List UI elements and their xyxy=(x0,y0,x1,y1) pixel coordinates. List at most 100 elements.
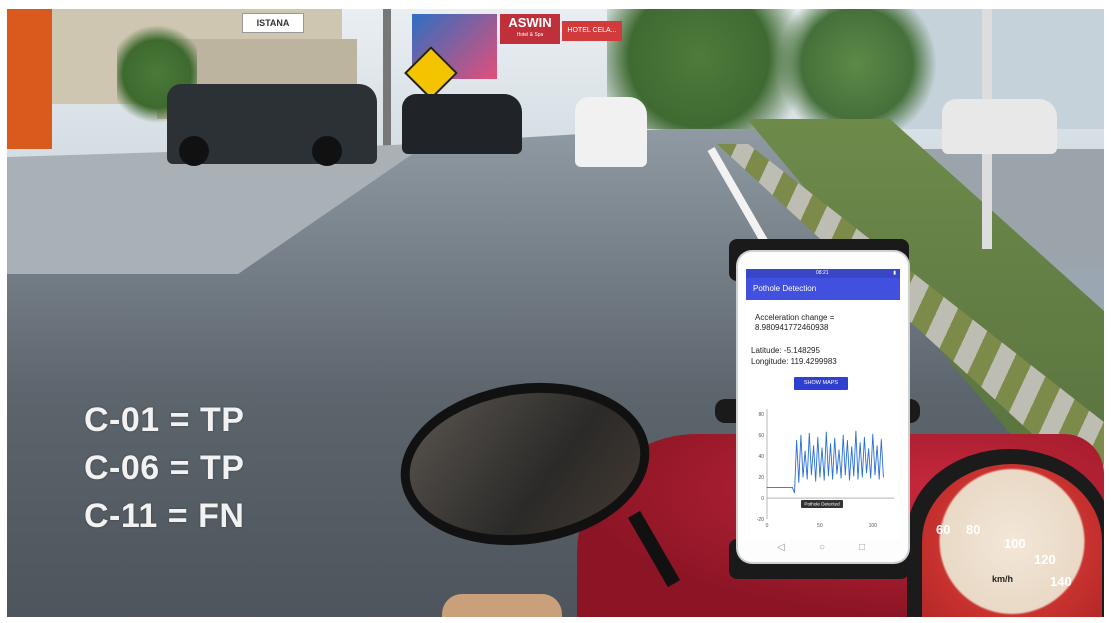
data-point xyxy=(821,447,823,449)
data-point xyxy=(878,478,880,480)
istana-sign: ISTANA xyxy=(242,13,304,33)
show-maps-button[interactable]: SHOW MAPS xyxy=(794,377,848,390)
y-tick-label: -20 xyxy=(757,517,764,523)
data-point xyxy=(844,474,846,476)
data-point xyxy=(855,430,857,432)
rider-hand xyxy=(442,594,562,617)
speed-unit: km/h xyxy=(992,574,1014,584)
data-point xyxy=(857,478,859,480)
recents-icon[interactable]: □ xyxy=(859,542,865,553)
data-point xyxy=(827,475,829,477)
data-point xyxy=(874,474,876,476)
parked-car xyxy=(167,84,377,166)
data-point xyxy=(819,476,821,478)
data-point xyxy=(840,477,842,479)
speed-tick: 60 xyxy=(936,522,951,537)
data-point xyxy=(876,445,878,447)
parked-car xyxy=(402,94,522,154)
data-point xyxy=(800,434,802,436)
data-point xyxy=(847,440,848,441)
acceleration-value: 8.980941772460938 xyxy=(755,323,829,332)
data-point xyxy=(863,436,865,438)
y-tick-label: 60 xyxy=(758,433,764,439)
speed-tick: 80 xyxy=(966,522,981,537)
aswin-sign: ASWIN Hotel & Spa xyxy=(500,14,560,44)
data-point xyxy=(853,475,855,477)
longitude-text: Longitude: 119.4299983 xyxy=(751,357,837,366)
back-icon[interactable]: ◁ xyxy=(777,542,785,553)
data-point xyxy=(817,436,819,438)
sign-text: ISTANA xyxy=(256,18,290,28)
data-point xyxy=(830,443,831,444)
data-point xyxy=(880,438,882,440)
data-point xyxy=(815,480,817,482)
tree xyxy=(767,9,947,129)
data-point xyxy=(859,442,861,443)
status-time: 08:21 xyxy=(816,270,829,276)
speed-tick: 100 xyxy=(1004,536,1026,551)
sign-subtext: Hotel & Spa xyxy=(516,32,544,38)
data-point xyxy=(794,492,795,494)
pole xyxy=(383,9,391,159)
app-title: Pothole Detection xyxy=(746,278,900,300)
x-tick-label: 0 xyxy=(766,523,769,529)
data-point xyxy=(813,445,814,447)
data-point xyxy=(782,487,784,488)
data-point xyxy=(811,474,812,476)
data-point xyxy=(792,487,793,488)
data-point xyxy=(851,446,853,448)
data-point xyxy=(872,433,874,435)
data-point xyxy=(771,487,773,488)
data-point xyxy=(836,473,838,475)
pothole-detected-annotation: Pothole Detected xyxy=(804,502,840,507)
data-point xyxy=(808,432,810,434)
battery-icon: ▮ xyxy=(893,270,896,276)
overlay-label-c01: C-01 = TP xyxy=(84,401,245,439)
series-line xyxy=(767,430,884,493)
overlay-label-c11: C-11 = FN xyxy=(84,497,245,535)
data-point xyxy=(870,477,872,479)
latitude-text: Latitude: -5.148295 xyxy=(751,346,820,355)
car-ahead xyxy=(575,97,647,167)
speed-tick: 120 xyxy=(1034,552,1056,567)
data-point xyxy=(806,478,808,480)
acceleration-label: Acceleration change = xyxy=(755,313,835,322)
speedometer-face: 60 80 100 120 140 km/h xyxy=(922,464,1102,617)
x-tick-label: 50 xyxy=(817,523,823,529)
data-point xyxy=(838,449,840,451)
data-point xyxy=(861,476,863,478)
data-point xyxy=(883,476,884,478)
data-point xyxy=(777,487,778,488)
sign-text: ASWIN xyxy=(508,15,552,30)
data-point xyxy=(868,448,869,450)
home-icon[interactable]: ○ xyxy=(819,542,825,553)
phone-screen: 08:21 ▮ Pothole Detection Acceleration c… xyxy=(746,269,900,539)
road-scene-photo: ASWIN Hotel & Spa HOTEL CELA... ISTANA 6… xyxy=(7,9,1104,617)
y-tick-label: 0 xyxy=(761,496,764,502)
data-point xyxy=(834,437,836,439)
overlay-label-c06: C-06 = TP xyxy=(84,449,245,487)
data-point xyxy=(842,434,844,436)
speed-tick: 140 xyxy=(1050,574,1072,589)
sign-text: HOTEL CELA... xyxy=(567,27,617,34)
data-point xyxy=(766,487,768,488)
data-point xyxy=(823,479,825,481)
y-tick-label: 80 xyxy=(758,412,764,418)
data-point xyxy=(804,450,806,452)
orange-building xyxy=(7,9,52,149)
data-point xyxy=(802,476,804,478)
acceleration-chart: 806040200-200 50 100Pothole Detected xyxy=(757,409,894,529)
car xyxy=(942,99,1057,154)
data-point xyxy=(798,481,800,483)
data-point xyxy=(849,479,850,481)
data-point xyxy=(825,431,827,433)
wheel xyxy=(179,136,209,166)
status-bar: 08:21 ▮ xyxy=(746,269,900,278)
data-point xyxy=(866,472,867,474)
data-point xyxy=(796,440,798,441)
data-point xyxy=(787,487,789,488)
data-point xyxy=(832,478,834,480)
x-tick-label: 100 xyxy=(869,523,878,529)
wheel xyxy=(312,136,342,166)
y-tick-label: 40 xyxy=(758,454,764,460)
